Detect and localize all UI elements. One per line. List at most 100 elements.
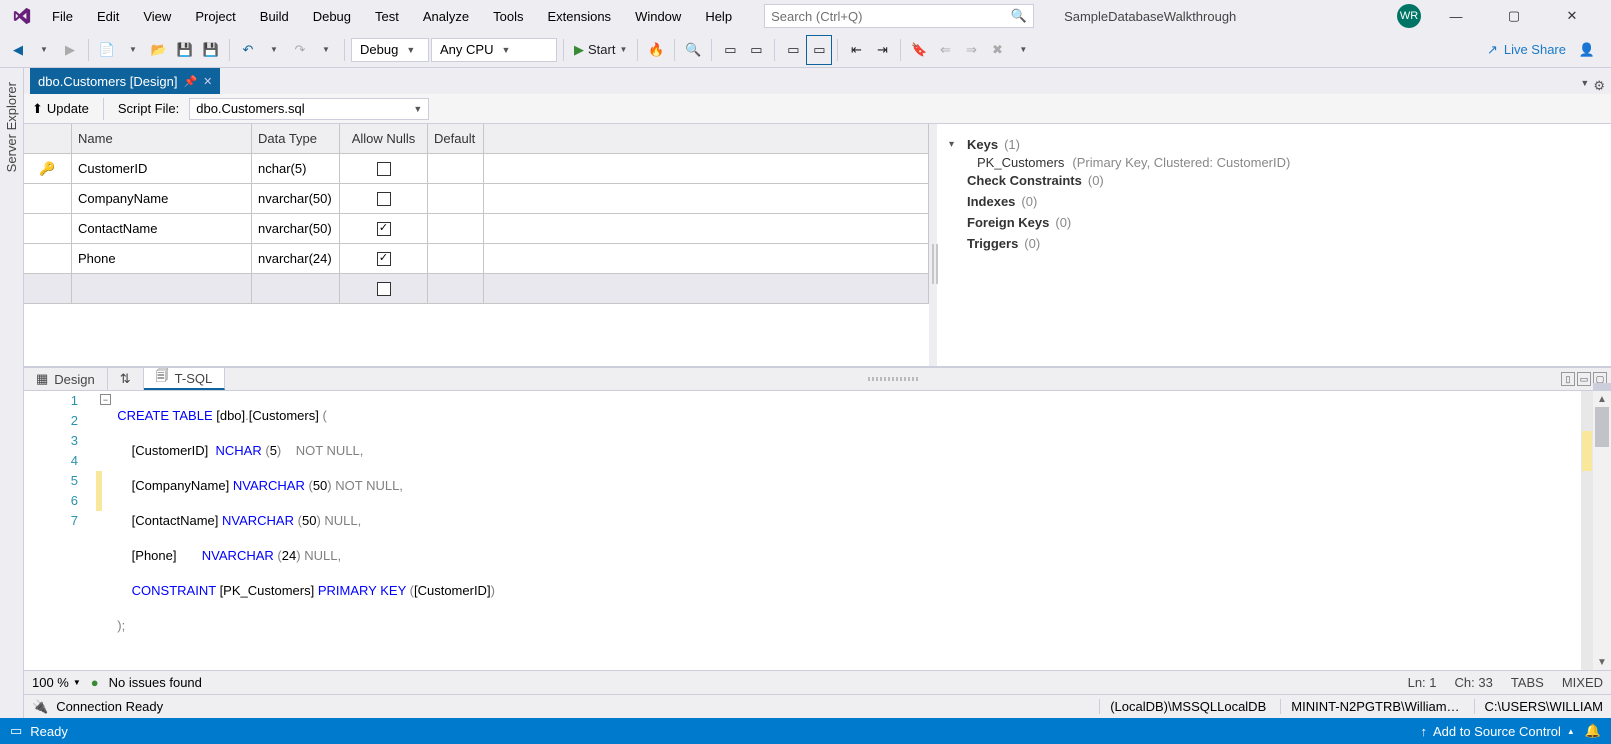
tab-overflow-dropdown[interactable]: ▼ (1580, 78, 1589, 94)
source-control-button[interactable]: ↑ Add to Source Control ▲ (1420, 724, 1574, 739)
menu-view[interactable]: View (131, 5, 183, 28)
bookmark-button[interactable]: 🔖 (907, 36, 931, 64)
pin-icon[interactable]: 📌 (183, 75, 197, 88)
tab-tsql[interactable]: 🗐T-SQL (144, 368, 226, 390)
close-icon[interactable]: ✕ (203, 75, 212, 88)
undo-drop[interactable]: ▼ (262, 36, 286, 64)
menu-file[interactable]: File (40, 5, 85, 28)
table-row[interactable]: Phone nvarchar(24) (24, 244, 929, 274)
pane-layout-1-icon[interactable]: ▯ (1561, 372, 1575, 386)
tab-updown[interactable]: ⇅ (108, 368, 144, 390)
new-project-button[interactable]: 📄 (95, 36, 119, 64)
close-button[interactable]: ✕ (1549, 2, 1595, 30)
menu-project[interactable]: Project (183, 5, 247, 28)
output-icon[interactable]: ▭ (10, 723, 22, 739)
menu-window[interactable]: Window (623, 5, 693, 28)
menu-test[interactable]: Test (363, 5, 411, 28)
update-button[interactable]: ⬆ Update (32, 101, 89, 117)
table-row[interactable]: CompanyName nvarchar(50) (24, 184, 929, 214)
prop-check-constraints[interactable]: Check Constraints (0) (949, 170, 1599, 191)
issues-text: No issues found (109, 675, 202, 690)
new-project-drop[interactable]: ▼ (121, 36, 145, 64)
nav-back-button[interactable]: ◀ (6, 36, 30, 64)
browse-button1[interactable]: ▭ (718, 36, 742, 64)
menu-edit[interactable]: Edit (85, 5, 131, 28)
hot-reload-button[interactable]: 🔥 (644, 36, 668, 64)
find-in-files-button[interactable]: 🔍 (681, 36, 705, 64)
indent-mode[interactable]: TABS (1511, 675, 1544, 690)
overview-ruler[interactable] (1581, 391, 1593, 670)
vertical-scrollbar[interactable]: ▲ ▼ (1593, 391, 1611, 670)
code-area[interactable]: CREATE TABLE [dbo].[Customers] ( [Custom… (104, 391, 1611, 670)
nav-back-drop[interactable]: ▼ (32, 36, 56, 64)
line-endings[interactable]: MIXED (1562, 675, 1603, 690)
document-tab-customers[interactable]: dbo.Customers [Design] 📌 ✕ (30, 68, 220, 94)
feedback-button[interactable]: 👤 (1575, 36, 1599, 64)
menu-analyze[interactable]: Analyze (411, 5, 481, 28)
save-button[interactable]: 💾 (173, 36, 197, 64)
table-row-new[interactable] (24, 274, 929, 304)
zoom-dropdown[interactable]: 100 %▼ (32, 675, 81, 690)
redo-drop[interactable]: ▼ (314, 36, 338, 64)
menu-help[interactable]: Help (693, 5, 744, 28)
pane-layout-2-icon[interactable]: ▭ (1577, 372, 1591, 386)
prop-keys[interactable]: ▾Keys (1) (949, 134, 1599, 155)
maximize-button[interactable]: ▢ (1491, 2, 1537, 30)
horizontal-splitter[interactable] (225, 368, 1561, 390)
bookmark-next-button[interactable]: ⇒ (959, 36, 983, 64)
save-all-button[interactable]: 💾 (199, 36, 223, 64)
prop-triggers[interactable]: Triggers (0) (949, 233, 1599, 254)
minimize-button[interactable]: ― (1433, 2, 1479, 30)
connection-user: MININT-N2PGTRB\William… (1280, 699, 1459, 714)
scroll-thumb[interactable] (1595, 407, 1609, 447)
table-row[interactable]: 🔑 CustomerID nchar(5) (24, 154, 929, 184)
script-file-dropdown[interactable]: dbo.Customers.sql ▼ (189, 98, 429, 120)
search-input[interactable]: Search (Ctrl+Q) 🔍 (764, 4, 1034, 28)
upload-icon: ↑ (1420, 724, 1427, 739)
col-header-type: Data Type (252, 124, 340, 153)
fold-icon[interactable]: − (100, 394, 111, 405)
config-dropdown[interactable]: Debug▼ (351, 38, 429, 62)
nav-forward-button[interactable]: ▶ (58, 36, 82, 64)
columns-grid[interactable]: Name Data Type Allow Nulls Default 🔑 Cus… (24, 124, 929, 366)
connection-server: (LocalDB)\MSSQLLocalDB (1099, 699, 1266, 714)
indent-increase-button[interactable]: ⇥ (870, 36, 894, 64)
tsql-editor[interactable]: 1234567 − CREATE TABLE [dbo].[Customers]… (24, 391, 1611, 694)
split-handle[interactable] (1593, 383, 1611, 391)
change-margin (94, 391, 104, 670)
indent-decrease-button[interactable]: ⇤ (844, 36, 868, 64)
layout-button2[interactable]: ▭ (807, 36, 831, 64)
live-share-button[interactable]: ↗ Live Share (1484, 36, 1569, 64)
avatar[interactable]: WR (1397, 4, 1421, 28)
menu-bar: File Edit View Project Build Debug Test … (0, 0, 1611, 32)
layout-button1[interactable]: ▭ (781, 36, 805, 64)
tab-settings-icon[interactable]: ⚙ (1593, 78, 1605, 94)
toolbar-overflow[interactable]: ▼ (1011, 36, 1035, 64)
bookmark-clear-button[interactable]: ✖ (985, 36, 1009, 64)
start-button[interactable]: ▶Start▼ (570, 36, 631, 64)
notifications-icon[interactable]: 🔔 (1585, 723, 1601, 739)
menu-tools[interactable]: Tools (481, 5, 535, 28)
menu-build[interactable]: Build (248, 5, 301, 28)
prop-keys-item[interactable]: PK_Customers(Primary Key, Clustered: Cus… (949, 155, 1599, 170)
menu-extensions[interactable]: Extensions (535, 5, 623, 28)
share-icon: ↗ (1487, 42, 1498, 58)
key-icon: 🔑 (24, 154, 72, 183)
scroll-up-icon[interactable]: ▲ (1593, 391, 1611, 407)
platform-dropdown[interactable]: Any CPU▼ (431, 38, 557, 62)
table-row[interactable]: ContactName nvarchar(50) (24, 214, 929, 244)
sidebar-server-explorer[interactable]: Server Explorer (2, 74, 21, 180)
vertical-splitter[interactable] (929, 124, 937, 366)
prop-indexes[interactable]: Indexes (0) (949, 191, 1599, 212)
tab-design[interactable]: ▦Design (24, 368, 108, 390)
scroll-down-icon[interactable]: ▼ (1593, 654, 1611, 670)
expander-icon[interactable]: ▾ (949, 139, 961, 150)
browse-button2[interactable]: ▭ (744, 36, 768, 64)
prop-foreign-keys[interactable]: Foreign Keys (0) (949, 212, 1599, 233)
bookmark-prev-button[interactable]: ⇐ (933, 36, 957, 64)
menu-debug[interactable]: Debug (301, 5, 363, 28)
open-button[interactable]: 📂 (147, 36, 171, 64)
undo-button[interactable]: ↶ (236, 36, 260, 64)
search-icon: 🔍 (1011, 8, 1027, 24)
redo-button[interactable]: ↷ (288, 36, 312, 64)
